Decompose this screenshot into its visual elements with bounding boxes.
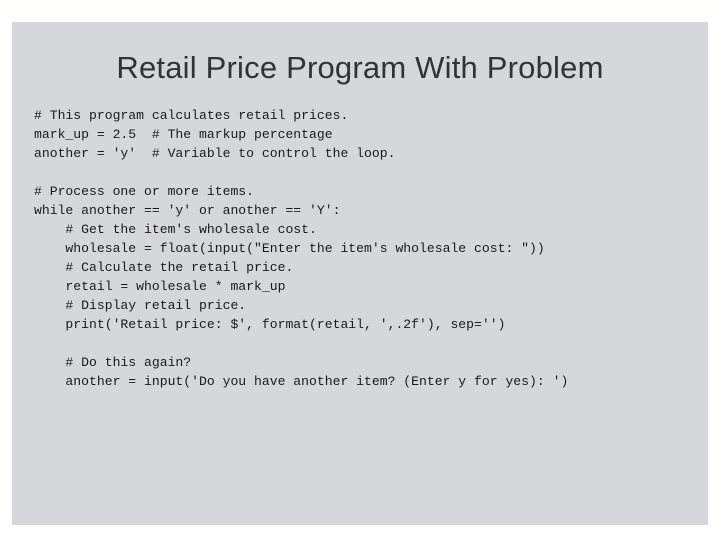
code-line: # Do this again? (34, 355, 192, 370)
code-line: while another == 'y' or another == 'Y': (34, 203, 341, 218)
code-line: another = 'y' # Variable to control the … (34, 146, 396, 161)
slide: Retail Price Program With Problem # This… (0, 0, 720, 540)
code-line: # Get the item's wholesale cost. (34, 222, 317, 237)
code-line: another = input('Do you have another ite… (34, 374, 569, 389)
code-line: print('Retail price: $', format(retail, … (34, 317, 506, 332)
code-line: retail = wholesale * mark_up (34, 279, 286, 294)
code-line: # Display retail price. (34, 298, 247, 313)
code-line: # This program calculates retail prices. (34, 108, 349, 123)
code-line: # Calculate the retail price. (34, 260, 294, 275)
page-title: Retail Price Program With Problem (116, 50, 604, 85)
slide-content-panel: Retail Price Program With Problem # This… (12, 22, 708, 525)
code-line: wholesale = float(input("Enter the item'… (34, 241, 545, 256)
code-block: # This program calculates retail prices.… (34, 106, 704, 391)
code-line: # Process one or more items. (34, 184, 255, 199)
code-line: mark_up = 2.5 # The markup percentage (34, 127, 333, 142)
